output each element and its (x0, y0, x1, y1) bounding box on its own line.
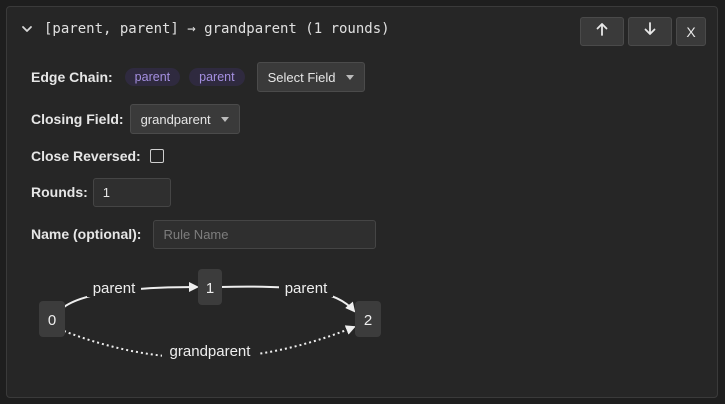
rounds-row: Rounds: 1 (31, 177, 171, 207)
rounds-label: Rounds: (31, 184, 88, 200)
edge-chain-row: Edge Chain: parent parent Select Field (31, 62, 365, 92)
chevron-down-icon[interactable] (20, 22, 34, 36)
closing-field-value: grandparent (140, 111, 211, 127)
select-field-label: Select Field (267, 69, 336, 85)
graph-node: 0 (39, 301, 65, 337)
graph-node: 2 (355, 301, 381, 337)
edge-label: parent (285, 280, 328, 297)
rule-title[interactable]: [parent, parent] → grandparent (1 rounds… (44, 21, 390, 37)
close-button[interactable]: X (676, 17, 706, 46)
node-label: 0 (48, 312, 56, 329)
caret-down-icon (220, 116, 229, 122)
rounds-input[interactable]: 1 (92, 177, 171, 207)
rule-name-input[interactable]: Rule Name (153, 219, 377, 249)
close-reversed-checkbox[interactable] (149, 149, 164, 163)
node-label: 2 (364, 312, 372, 329)
edge-chain-label: Edge Chain: (31, 69, 113, 85)
select-field-dropdown[interactable]: Select Field (256, 62, 365, 92)
graph-node: 1 (198, 269, 222, 305)
close-reversed-row: Close Reversed: (31, 146, 164, 166)
edge-chain-chip[interactable]: parent (124, 68, 181, 86)
arrow-up-icon (595, 21, 609, 42)
node-label: 1 (206, 280, 214, 297)
closing-field-label: Closing Field: (31, 111, 124, 127)
rule-panel: [parent, parent] → grandparent (1 rounds… (6, 6, 718, 398)
chain-graph: parent parent grandparent 0 1 2 (39, 269, 381, 367)
move-down-button[interactable] (628, 17, 672, 46)
closing-field-row: Closing Field: grandparent (31, 104, 240, 134)
edge-label: parent (93, 280, 136, 297)
name-row: Name (optional): Rule Name (31, 219, 377, 249)
closing-field-dropdown[interactable]: grandparent (129, 104, 240, 134)
close-reversed-label: Close Reversed: (31, 148, 141, 164)
arrow-down-icon (643, 21, 657, 42)
move-up-button[interactable] (580, 17, 624, 46)
caret-down-icon (345, 74, 354, 80)
edge-chain-chip[interactable]: parent (189, 68, 245, 86)
rule-header: [parent, parent] → grandparent (1 rounds… (7, 7, 717, 55)
name-label: Name (optional): (31, 226, 142, 242)
edge-label: grandparent (170, 343, 252, 360)
